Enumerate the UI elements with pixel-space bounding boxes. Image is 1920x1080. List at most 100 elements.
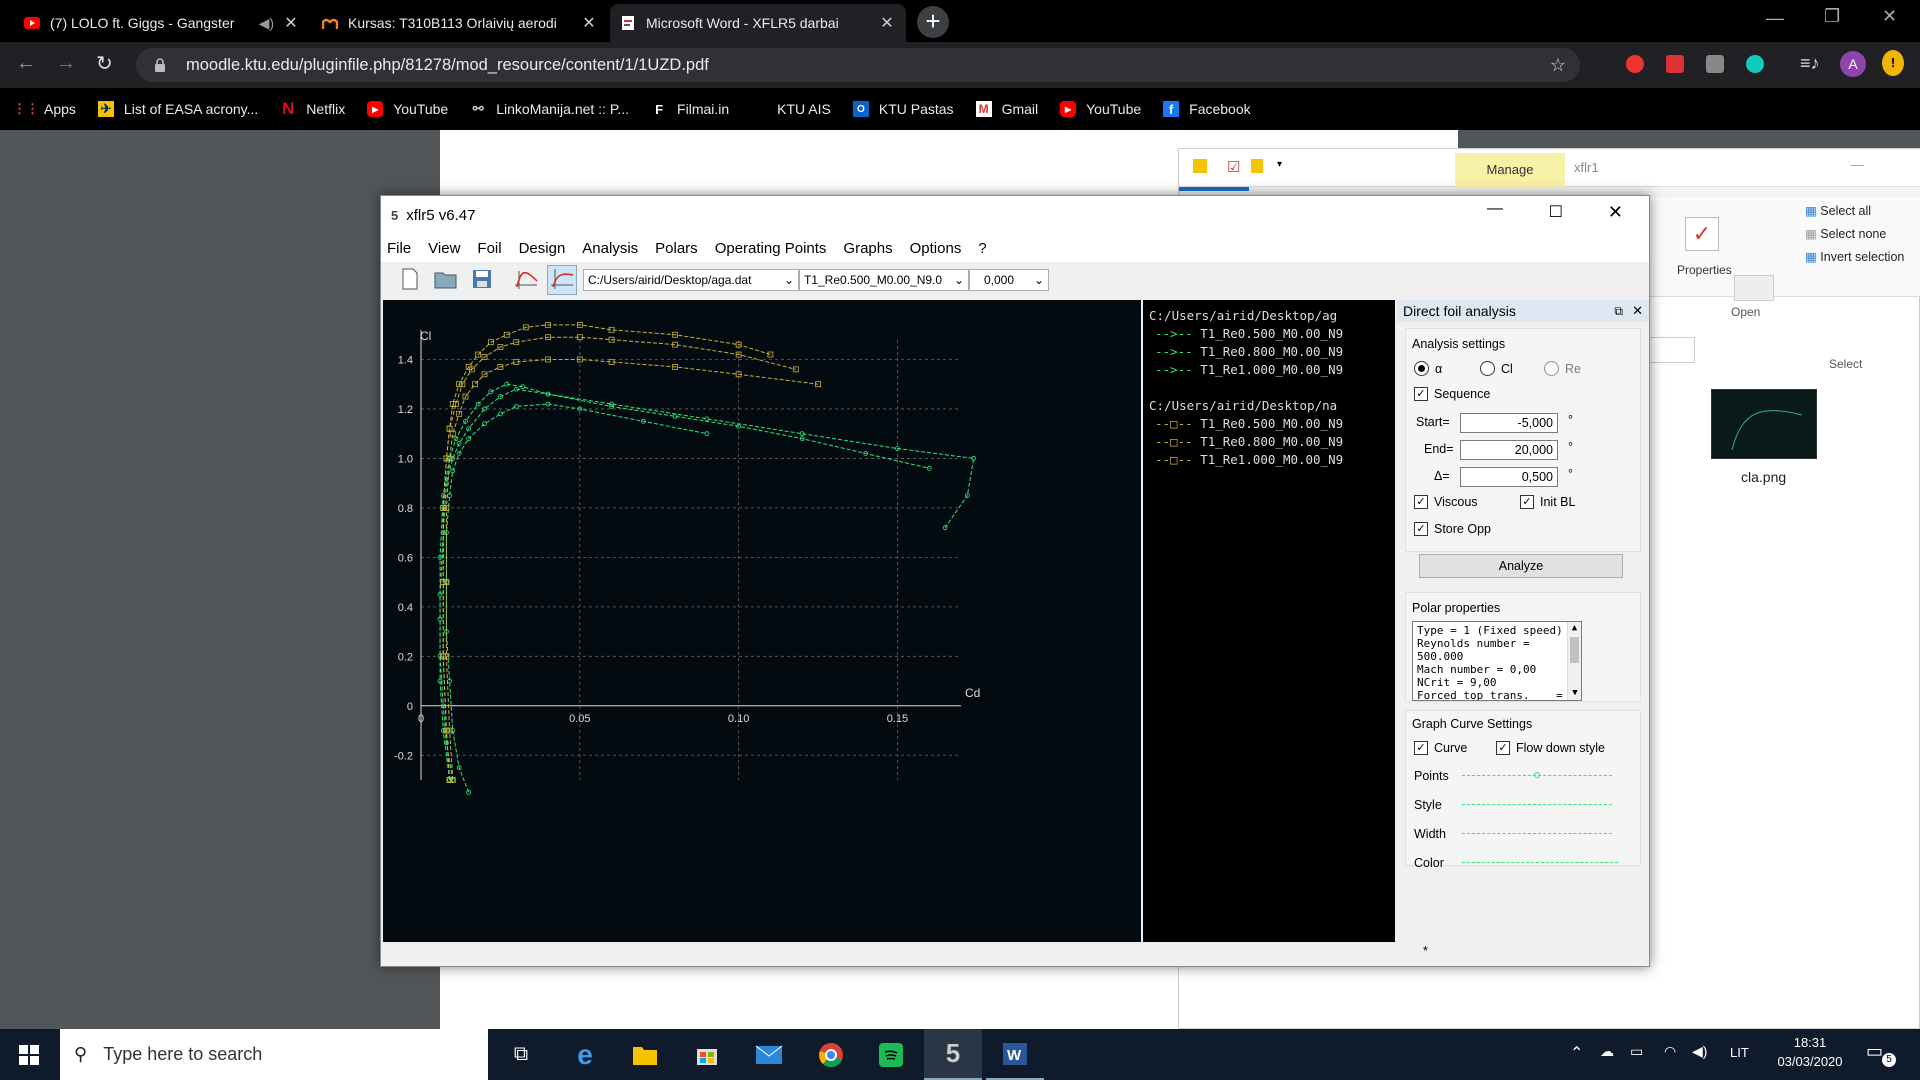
wifi-icon[interactable]: ◠ xyxy=(1664,1043,1676,1060)
bookmark-filmai[interactable]: F Filmai.in xyxy=(651,101,729,117)
menu-view[interactable]: View xyxy=(428,240,460,257)
xflr5-minimize-button[interactable]: — xyxy=(1487,200,1503,218)
properties-quick-icon[interactable]: ☑ xyxy=(1227,158,1240,176)
line-color-preview[interactable] xyxy=(1462,862,1618,863)
update-alert-icon[interactable]: ! xyxy=(1882,50,1904,76)
bookmark-youtube-2[interactable]: ▶ YouTube xyxy=(1060,101,1141,117)
taskbar-search-box[interactable]: ⚲ Type here to search xyxy=(60,1029,488,1080)
extension-pocket-icon[interactable] xyxy=(1666,55,1684,73)
mail-icon[interactable] xyxy=(740,1029,798,1080)
scroll-up-icon[interactable]: ▲ xyxy=(1568,622,1581,635)
sequence-checkbox[interactable]: ✓ Sequence xyxy=(1414,387,1490,401)
analyze-button[interactable]: Analyze xyxy=(1419,554,1623,578)
bookmark-ktu-ais[interactable]: KTU AIS xyxy=(751,101,831,117)
close-tab-icon[interactable]: ✕ xyxy=(282,13,300,33)
reload-icon[interactable]: ↻ xyxy=(96,51,113,76)
extension-teal-icon[interactable] xyxy=(1746,55,1764,73)
address-bar[interactable]: moodle.ktu.edu/pluginfile.php/81278/mod_… xyxy=(136,48,1580,82)
onedrive-icon[interactable]: ☁ xyxy=(1600,1043,1614,1060)
media-control-icon[interactable]: ≡♪ xyxy=(1800,53,1820,74)
invert-selection-button[interactable]: ▦ Invert selection xyxy=(1805,249,1904,264)
bookmark-ktu-pastas[interactable]: O KTU Pastas xyxy=(852,101,954,117)
curve-checkbox[interactable]: ✓ Curve xyxy=(1414,741,1467,755)
chrome-icon[interactable] xyxy=(802,1029,860,1080)
store-opp-checkbox[interactable]: ✓ Store Opp xyxy=(1414,522,1491,536)
delta-input[interactable]: 0,500 xyxy=(1460,467,1558,487)
clock[interactable]: 18:31 03/03/2020 xyxy=(1770,1035,1850,1069)
store-icon[interactable] xyxy=(678,1029,736,1080)
line-width-preview[interactable] xyxy=(1462,833,1612,834)
open-icon-group[interactable] xyxy=(1734,275,1774,301)
xflr5-taskbar-icon[interactable]: 5 xyxy=(924,1029,982,1080)
points-style-preview[interactable] xyxy=(1462,772,1612,778)
menu-analysis[interactable]: Analysis xyxy=(582,240,638,257)
radio-re[interactable]: Re xyxy=(1544,361,1581,376)
init-bl-checkbox[interactable]: ✓ Init BL xyxy=(1520,495,1575,509)
tray-overflow-icon[interactable]: ⌃ xyxy=(1570,1043,1583,1063)
bookmark-facebook[interactable]: f Facebook xyxy=(1163,101,1251,117)
notifications-icon[interactable]: ▭ xyxy=(1866,1041,1883,1062)
flow-down-style-checkbox[interactable]: ✓ Flow down style xyxy=(1496,741,1605,755)
explorer-minimize-button[interactable]: — xyxy=(1851,157,1864,172)
properties-label[interactable]: Properties xyxy=(1677,263,1732,277)
oppoint-select[interactable]: 0,000 ⌄ xyxy=(969,269,1049,291)
radio-alpha[interactable]: α xyxy=(1414,361,1442,376)
menu-help[interactable]: ? xyxy=(978,240,986,257)
file-name-label[interactable]: cla.png xyxy=(1741,469,1786,485)
volume-icon[interactable]: ◀) xyxy=(1692,1043,1707,1060)
oppoint-view-button[interactable] xyxy=(511,265,541,295)
menu-design[interactable]: Design xyxy=(519,240,566,257)
polar-view-button[interactable] xyxy=(547,265,577,295)
bookmark-easa[interactable]: ✈ List of EASA acrony... xyxy=(97,101,258,117)
scroll-thumb[interactable] xyxy=(1570,637,1579,663)
close-tab-icon[interactable]: ✕ xyxy=(878,13,896,33)
open-file-button[interactable] xyxy=(431,265,461,295)
polar-properties-scrollbar[interactable]: ▲ ▼ xyxy=(1567,622,1581,700)
task-view-icon[interactable]: ⧉ xyxy=(492,1029,550,1080)
bookmark-netflix[interactable]: N Netflix xyxy=(280,99,345,118)
restore-window-button[interactable]: ❐ xyxy=(1824,6,1840,27)
properties-icon[interactable]: ✓ xyxy=(1685,217,1719,251)
minimize-window-button[interactable]: — xyxy=(1766,8,1784,29)
spotify-icon[interactable] xyxy=(862,1029,920,1080)
line-style-preview[interactable] xyxy=(1462,804,1612,805)
scroll-down-icon[interactable]: ▼ xyxy=(1568,687,1581,700)
polar-select[interactable]: T1_Re0.500_M0.00_N9.0 ⌄ xyxy=(799,269,969,291)
panel-float-icon[interactable]: ⧉ xyxy=(1614,304,1623,319)
save-button[interactable] xyxy=(467,265,497,295)
menu-polars[interactable]: Polars xyxy=(655,240,698,257)
panel-close-icon[interactable]: ✕ xyxy=(1632,303,1643,319)
menu-operating-points[interactable]: Operating Points xyxy=(715,240,827,257)
polar-graph[interactable]: -0.200.20.40.60.81.01.21.400.050.100.15 … xyxy=(383,300,1141,942)
bookmark-youtube[interactable]: ▶ YouTube xyxy=(367,101,448,117)
bookmark-star-icon[interactable]: ☆ xyxy=(1550,55,1566,76)
tab-moodle[interactable]: Kursas: T310B113 Orlaivių aerodi ✕ xyxy=(312,4,608,42)
xflr5-maximize-button[interactable]: ☐ xyxy=(1549,202,1563,222)
battery-icon[interactable]: ▭ xyxy=(1630,1043,1643,1060)
tab-youtube[interactable]: (7) LOLO ft. Giggs - Gangster ◀) ✕ xyxy=(14,4,310,42)
new-folder-icon[interactable] xyxy=(1251,159,1263,173)
edge-icon[interactable]: e xyxy=(556,1029,614,1080)
new-tab-button[interactable]: + xyxy=(917,6,949,38)
radio-cl[interactable]: Cl xyxy=(1480,361,1513,376)
viscous-checkbox[interactable]: ✓ Viscous xyxy=(1414,495,1478,509)
new-file-button[interactable] xyxy=(395,265,425,295)
menu-graphs[interactable]: Graphs xyxy=(843,240,892,257)
bookmark-apps[interactable]: ⋮⋮ Apps xyxy=(13,101,76,117)
menu-foil[interactable]: Foil xyxy=(477,240,501,257)
bookmark-gmail[interactable]: M Gmail xyxy=(975,101,1038,117)
forward-icon[interactable]: → xyxy=(56,52,76,75)
extension-gray-icon[interactable] xyxy=(1706,55,1724,73)
audio-icon[interactable]: ◀) xyxy=(259,15,274,32)
manage-tab[interactable]: Manage xyxy=(1455,153,1565,187)
xflr5-close-button[interactable]: ✕ xyxy=(1608,202,1623,223)
cla-png-thumbnail[interactable] xyxy=(1711,389,1817,459)
quick-access-dropdown-icon[interactable]: ▾ xyxy=(1277,159,1282,170)
bookmark-linkomanija[interactable]: ⚯ LinkoManija.net :: P... xyxy=(470,101,629,117)
polar-properties-text[interactable]: Type = 1 (Fixed speed) Reynolds number =… xyxy=(1412,621,1582,701)
end-input[interactable]: 20,000 xyxy=(1460,440,1558,460)
select-all-button[interactable]: ▦ Select all xyxy=(1805,203,1904,218)
close-window-button[interactable]: ✕ xyxy=(1882,6,1897,27)
start-input[interactable]: -5,000 xyxy=(1460,413,1558,433)
close-tab-icon[interactable]: ✕ xyxy=(580,13,598,33)
